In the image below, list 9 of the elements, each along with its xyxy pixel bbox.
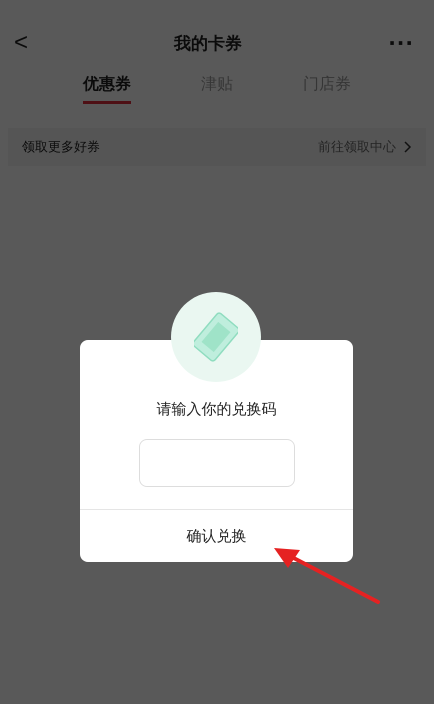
dialog-prompt: 请输入你的兑换码: [156, 400, 276, 419]
code-input-field[interactable]: [138, 439, 294, 487]
more-button[interactable]: ···: [388, 31, 414, 55]
page-title: 我的卡券: [174, 32, 242, 54]
tab[interactable]: 优惠券: [83, 74, 131, 104]
confirm-button[interactable]: 确认兑换: [80, 510, 353, 562]
back-button[interactable]: <: [14, 29, 28, 57]
banner-text: 领取更多好券: [22, 139, 100, 156]
chevron-icon: [404, 141, 412, 153]
